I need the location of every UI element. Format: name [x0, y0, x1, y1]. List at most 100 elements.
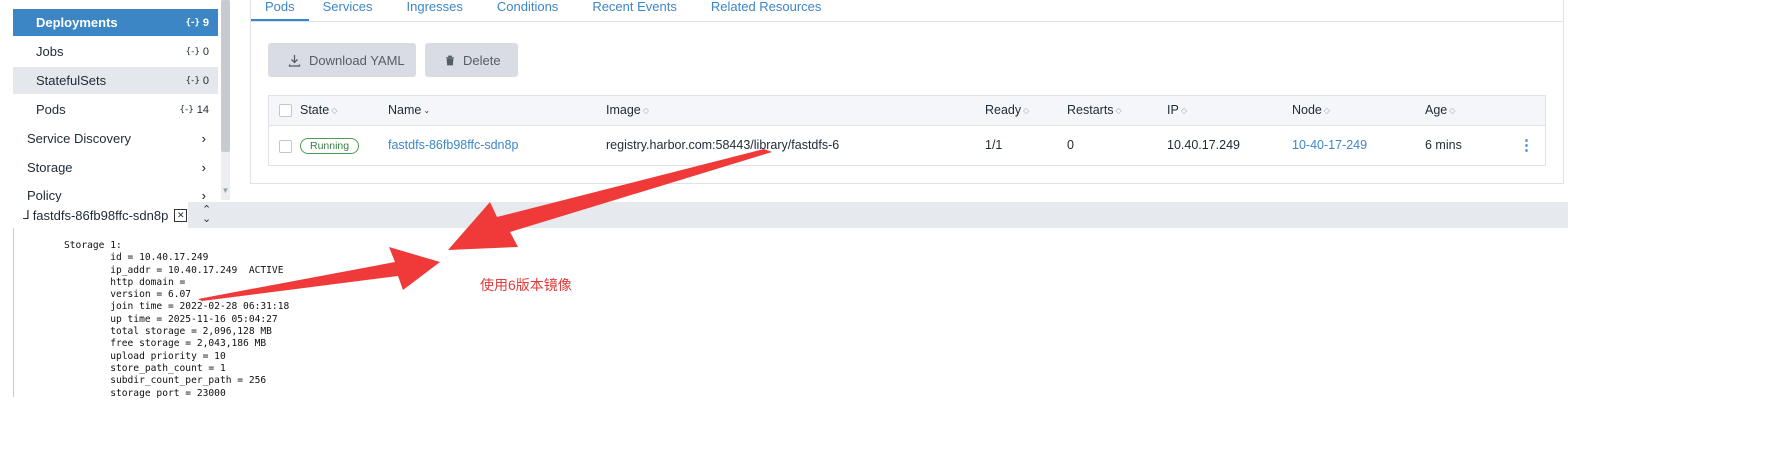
sort-icon: ◇	[642, 106, 649, 116]
sort-icon: ◇	[1449, 106, 1456, 116]
tab-recent-events[interactable]: Recent Events	[572, 0, 691, 21]
table-header: State ◇ Name ⌄ Image ◇ Ready ◇ Restarts ◇ IP ◇…	[269, 96, 1545, 126]
sidebar-group-label: Service Discovery	[27, 131, 132, 146]
state-cell: Running	[300, 125, 360, 166]
sidebar-item-jobs[interactable]: Jobs {-} 0	[13, 38, 218, 65]
image-cell: registry.harbor.com:58443/library/fastdf…	[606, 138, 840, 152]
sort-icon: ◇	[1180, 106, 1187, 116]
header-label: Restarts	[1067, 103, 1114, 117]
tab-conditions[interactable]: Conditions	[477, 0, 572, 21]
column-header-image[interactable]: Image ◇	[606, 96, 649, 125]
tab-related-resources[interactable]: Related Resources	[691, 0, 836, 21]
terminal-line: upload priority = 10	[64, 350, 226, 362]
count-value: 0	[202, 74, 209, 87]
count-badge: {-} 0	[186, 75, 209, 87]
chevron-right-icon: ›	[201, 188, 206, 202]
resource-count-icon: {-}	[179, 104, 193, 115]
header-label: State	[300, 103, 330, 117]
sort-icon: ◇	[331, 106, 338, 116]
sort-icon: ◇	[1115, 106, 1122, 116]
count-badge: {-} 0	[186, 46, 209, 58]
sidebar-group-label: Policy	[27, 188, 62, 202]
close-icon[interactable]: ✕	[174, 208, 188, 222]
tab-bar: Pods Services Ingresses Conditions Recen…	[251, 0, 835, 21]
terminal-output: Storage 1: id = 10.40.17.249 ip_addr = 1…	[64, 240, 289, 400]
terminal-tab-label: fastdfs-86fb98ffc-sdn8p	[32, 207, 169, 223]
header-label: Image	[606, 103, 641, 117]
terminal-tab-bar: ⅃ fastdfs-86fb98ffc-sdn8p ✕ ⌃ ⌄	[13, 202, 1568, 228]
column-header-restarts[interactable]: Restarts ◇	[1067, 96, 1122, 125]
expand-toggle-icon[interactable]: ⌃ ⌄	[202, 205, 211, 225]
count-value: 0	[202, 45, 209, 58]
tab-pods[interactable]: Pods	[251, 0, 309, 21]
pods-table: State ◇ Name ⌄ Image ◇ Ready ◇ Restarts ◇ IP ◇…	[268, 95, 1546, 166]
pod-panel: Pods Services Ingresses Conditions Recen…	[250, 0, 1564, 184]
node-link[interactable]: 10-40-17-249	[1292, 125, 1367, 166]
ready-cell: 1/1	[985, 138, 1003, 152]
sidebar-group-service-discovery[interactable]: Service Discovery ›	[13, 124, 218, 153]
sidebar-item-label: Jobs	[36, 44, 64, 59]
sidebar-group-policy[interactable]: Policy ›	[13, 182, 218, 202]
download-yaml-label: Download YAML	[309, 52, 405, 68]
terminal-line: subdir_count_per_path = 256	[64, 375, 267, 387]
sidebar-group-label: Storage	[27, 160, 73, 175]
column-header-state[interactable]: State ◇	[300, 96, 337, 125]
delete-button[interactable]: Delete	[425, 43, 518, 77]
row-checkbox[interactable]	[279, 140, 292, 153]
terminal-tab[interactable]: ⅃ fastdfs-86fb98ffc-sdn8p ✕	[13, 202, 188, 228]
kebab-menu-icon[interactable]: ⋮	[1519, 125, 1534, 166]
terminal-line: ip_addr = 10.40.17.249 ACTIVE	[64, 264, 284, 276]
count-badge: {-} 9	[186, 17, 209, 29]
column-header-node[interactable]: Node ◇	[1292, 96, 1330, 125]
annotation-text: 使用6版本镜像	[480, 277, 572, 293]
sidebar-scrollbar-thumb[interactable]	[221, 0, 230, 152]
terminal-line: free storage = 2,043,186 MB	[64, 338, 267, 350]
tab-divider	[251, 21, 1563, 22]
sidebar: Deployments {-} 9 Jobs {-} 0 StatefulSets …	[0, 0, 232, 202]
sidebar-item-label: StatefulSets	[36, 73, 107, 88]
terminal-icon: ⅃	[23, 208, 30, 222]
count-value: 9	[202, 16, 209, 29]
scroll-down-icon[interactable]: ▼	[221, 186, 230, 196]
header-label: IP	[1167, 103, 1179, 117]
sidebar-item-label: Pods	[36, 102, 66, 117]
select-all-checkbox[interactable]	[279, 104, 292, 117]
status-badge: Running	[300, 137, 360, 154]
resource-count-icon: {-}	[185, 17, 200, 28]
download-yaml-button[interactable]: Download YAML	[268, 43, 416, 77]
header-label: Name	[388, 103, 422, 117]
chevron-right-icon: ›	[201, 160, 206, 175]
sidebar-item-deployments[interactable]: Deployments {-} 9	[13, 9, 218, 36]
header-label: Age	[1425, 103, 1448, 117]
tab-services[interactable]: Services	[309, 0, 387, 21]
terminal-line: storage port = 23000	[64, 387, 226, 399]
sidebar-item-pods[interactable]: Pods {-} 14	[13, 96, 218, 123]
terminal-line: id = 10.40.17.249	[64, 252, 209, 264]
resource-count-icon: {-}	[185, 75, 200, 86]
sort-icon: ◇	[1023, 106, 1030, 116]
terminal-line: version = 6.07	[64, 289, 192, 301]
terminal-line: join time = 2022-02-28 06:31:18	[64, 301, 290, 313]
terminal-border	[13, 228, 14, 397]
download-icon	[288, 54, 301, 67]
count-badge: {-} 14	[179, 104, 209, 116]
restarts-cell: 0	[1067, 138, 1074, 152]
column-header-name[interactable]: Name ⌄	[388, 96, 430, 125]
column-header-ip[interactable]: IP ◇	[1167, 96, 1187, 125]
terminal-line: Storage 1:	[64, 240, 122, 251]
terminal-line: store_path_count = 1	[64, 362, 226, 374]
chevron-right-icon: ›	[201, 131, 206, 146]
column-header-ready[interactable]: Ready ◇	[985, 96, 1029, 125]
sidebar-group-storage[interactable]: Storage ›	[13, 153, 218, 182]
resource-count-icon: {-}	[185, 46, 200, 57]
header-label: Ready	[985, 103, 1022, 117]
column-header-age[interactable]: Age ◇	[1425, 96, 1455, 125]
sidebar-item-statefulsets[interactable]: StatefulSets {-} 0	[13, 67, 218, 94]
sort-icon: ◇	[1323, 106, 1331, 116]
terminal-line: http domain =	[64, 276, 186, 288]
pod-name-link[interactable]: fastdfs-86fb98ffc-sdn8p	[388, 125, 518, 166]
count-value: 14	[196, 103, 209, 116]
delete-label: Delete	[463, 52, 501, 68]
header-label: Node	[1292, 103, 1322, 117]
tab-ingresses[interactable]: Ingresses	[387, 0, 477, 21]
